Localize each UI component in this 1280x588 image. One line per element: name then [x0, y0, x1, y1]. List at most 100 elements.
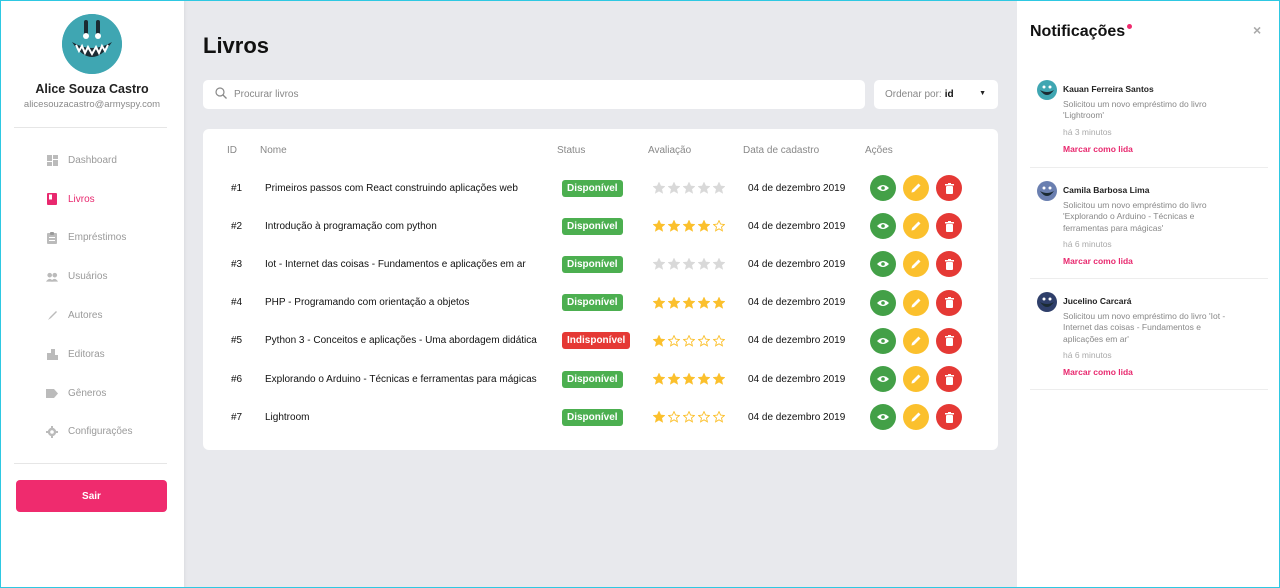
dashboard-icon [46, 154, 58, 166]
table-row: #2 Introdução à programação com python Dis… [203, 207, 998, 245]
edit-button[interactable] [903, 289, 929, 316]
cell-status: Disponível [562, 398, 623, 436]
view-button[interactable] [870, 327, 896, 354]
rating-stars [653, 398, 725, 436]
clipboard-icon [46, 231, 58, 244]
search-input[interactable] [234, 89, 834, 100]
book-icon [46, 193, 58, 206]
cell-date: 04 de dezembro 2019 [748, 373, 846, 385]
cell-name[interactable]: Primeiros passos com React construindo a… [265, 169, 518, 207]
sidebar-item-livros[interactable]: Livros [0, 180, 184, 219]
users-icon [46, 271, 58, 283]
notification-message: Solicitou um novo empréstimo do livro 'I… [1063, 311, 1263, 345]
table-row: #7 Lightroom Disponível 04 de dezembro 2019 [203, 398, 998, 436]
pen-icon [46, 310, 58, 322]
cell-id: #3 [231, 258, 243, 270]
cell-name[interactable]: Introdução à programação com python [265, 207, 437, 245]
mark-as-read-link[interactable]: Marcar como lida [1063, 367, 1133, 377]
row-actions [870, 398, 969, 436]
delete-button[interactable] [936, 366, 962, 392]
sidebar-item-label: Usuários [68, 271, 108, 283]
row-actions [870, 360, 969, 398]
cell-status: Disponível [562, 245, 623, 283]
sidebar: Alice Souza Castro alicesouzacastro@army… [0, 0, 184, 588]
building-icon [46, 348, 58, 360]
cell-name[interactable]: Python 3 - Conceitos e aplicações - Uma … [265, 322, 537, 360]
monster-avatar-icon [62, 14, 122, 74]
notification-time: há 6 minutos [1063, 238, 1112, 249]
cell-date: 04 de dezembro 2019 [748, 258, 846, 270]
sidebar-item-label: Dashboard [68, 154, 117, 166]
edit-button[interactable] [903, 175, 929, 201]
sort-value: id [944, 89, 954, 100]
sidebar-item-configuracoes[interactable]: Configurações [0, 413, 184, 452]
cell-name[interactable]: Iot - Internet das coisas - Fundamentos … [265, 245, 526, 283]
cell-id: #1 [231, 182, 243, 194]
delete-button[interactable] [936, 404, 962, 431]
search-icon [215, 86, 227, 104]
star-icon [698, 334, 710, 347]
rating-stars [653, 284, 725, 322]
cell-name[interactable]: PHP - Programando com orientação a objet… [265, 284, 469, 322]
edit-button[interactable] [903, 327, 929, 354]
table-row: #3 Iot - Internet das coisas - Fundamento… [203, 245, 998, 283]
delete-button[interactable] [936, 213, 962, 240]
pencil-icon [911, 298, 921, 308]
avatar [1037, 181, 1057, 201]
rating-stars [653, 360, 725, 398]
delete-button[interactable] [936, 327, 962, 354]
sidebar-item-editoras[interactable]: Editoras [0, 335, 184, 374]
star-icon [683, 182, 695, 194]
delete-button[interactable] [936, 251, 962, 278]
star-icon [653, 182, 665, 194]
mark-as-read-link[interactable]: Marcar como lida [1063, 144, 1133, 154]
delete-button[interactable] [936, 289, 962, 316]
sidebar-item-label: Livros [68, 193, 95, 205]
notification-message-line: 'Lightroom' [1063, 110, 1105, 121]
user-name: Alice Souza Castro [35, 82, 149, 96]
sidebar-item-autores[interactable]: Autores [0, 296, 184, 335]
view-button[interactable] [870, 175, 896, 201]
edit-button[interactable] [903, 251, 929, 278]
close-icon[interactable]: × [1253, 22, 1261, 38]
status-badge: Disponível [562, 217, 623, 235]
notification-user-name: Jucelino Carcará [1063, 296, 1132, 306]
view-button[interactable] [870, 366, 896, 392]
notification-message-line: Solicitou um novo empréstimo do livro 'I… [1063, 311, 1226, 321]
view-button[interactable] [870, 251, 896, 278]
cell-name[interactable]: Explorando o Arduino - Técnicas e ferram… [265, 360, 537, 398]
user-email: alicesouzacastro@armyspy.com [23, 99, 161, 110]
sidebar-item-usuarios[interactable]: Usuários [0, 257, 184, 296]
notifications-title: Notificações [1030, 23, 1126, 40]
cell-name[interactable]: Lightroom [265, 398, 309, 436]
pencil-icon [911, 374, 921, 384]
sort-select[interactable]: Ordenar por: id ▼ [874, 80, 998, 109]
sidebar-item-dashboard[interactable]: Dashboard [0, 141, 184, 180]
sidebar-item-generos[interactable]: Gêneros [0, 374, 184, 413]
divider [14, 463, 167, 464]
pencil-icon [911, 336, 921, 346]
star-icon [698, 220, 710, 232]
star-icon [683, 258, 695, 271]
view-button[interactable] [870, 289, 896, 316]
avatar[interactable] [62, 14, 122, 74]
row-actions [870, 169, 969, 207]
column-header-rating: Avaliação [648, 145, 692, 156]
view-button[interactable] [870, 404, 896, 431]
delete-button[interactable] [936, 175, 962, 201]
edit-button[interactable] [903, 404, 929, 431]
mark-as-read-link[interactable]: Marcar como lida [1063, 256, 1133, 266]
edit-button[interactable] [903, 366, 929, 392]
star-icon [698, 296, 710, 309]
logout-button[interactable]: Sair [16, 480, 167, 512]
edit-button[interactable] [903, 213, 929, 240]
table-row: #5 Python 3 - Conceitos e aplicações - Um… [203, 322, 998, 360]
window-frame-top [0, 0, 1280, 1]
view-button[interactable] [870, 213, 896, 240]
star-icon [683, 334, 695, 347]
notification-item: Camila Barbosa Lima Solicitou um novo emp… [1030, 181, 1268, 279]
cell-status: Disponível [562, 284, 623, 322]
sidebar-item-emprestimos[interactable]: Empréstimos [0, 219, 184, 258]
cell-status: Disponível [562, 169, 623, 207]
status-badge: Disponível [562, 179, 623, 197]
